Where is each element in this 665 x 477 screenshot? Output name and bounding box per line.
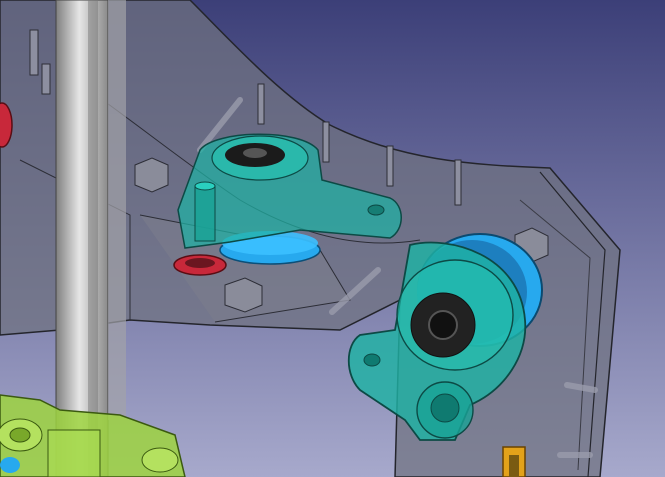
orange-marker-icon[interactable] — [502, 446, 526, 477]
3d-viewport[interactable] — [0, 0, 665, 477]
smooth-rod-icon[interactable] — [55, 0, 126, 477]
